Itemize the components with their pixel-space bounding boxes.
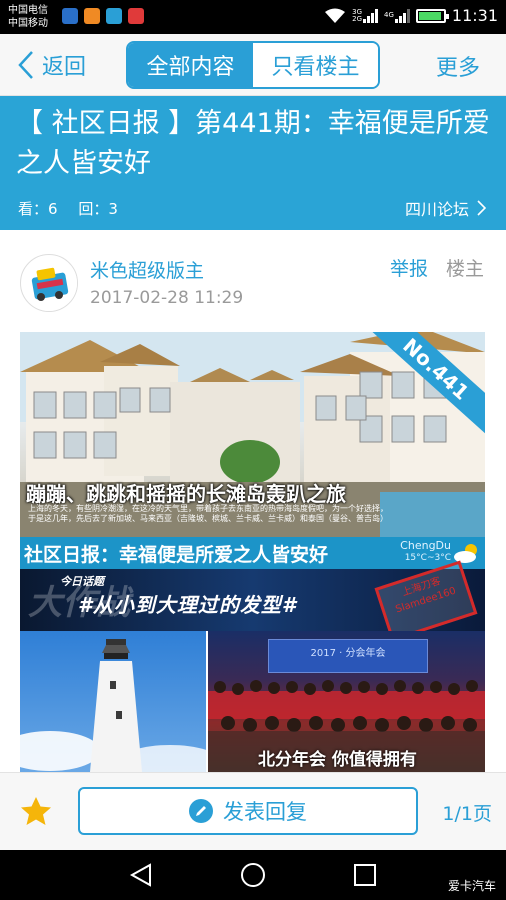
status-bar: 中国电信 中国移动 3G 2G 4G 11:31 — [0, 0, 506, 34]
back-button[interactable]: 返回 — [18, 49, 86, 81]
net-label-3: 4G — [384, 11, 394, 19]
daily-banner: 社区日报：幸福便是所爱之人皆安好 ChengDu 15°C~3°C — [20, 537, 485, 569]
bottom-action-bar: 发表回复 1/1页 — [0, 772, 506, 850]
app-notification-icon — [106, 8, 122, 24]
thread-page: 中国电信 中国移动 3G 2G 4G 11:31 返回 全部内容 只看楼主 更多… — [0, 0, 506, 900]
signal-1-icon: 3G 2G — [352, 8, 378, 23]
pencil-icon — [189, 799, 213, 823]
page-indicator[interactable]: 1/1页 — [442, 799, 492, 826]
lighthouse-illustration — [20, 639, 206, 772]
content-filter-toggle: 全部内容 只看楼主 — [126, 41, 380, 89]
battery-icon — [415, 8, 449, 23]
watermark: 爱卡汽车 — [447, 879, 496, 893]
reply-count: 回：3 — [78, 200, 118, 218]
party-caption: 北分年会 你值得拥有 — [258, 750, 417, 770]
post-author-row: 米色超级版主 2017-02-28 11:29 举报 楼主 — [0, 230, 506, 330]
carrier-info: 中国电信 中国移动 — [8, 4, 48, 30]
view-count: 看：6 — [18, 200, 58, 218]
avatar[interactable] — [20, 254, 78, 312]
app-notification-icon — [84, 8, 100, 24]
resort-photo: No.441 蹦蹦、跳跳和摇摇的长滩岛轰趴之旅 上海的冬天，有些阴冷潮湿，在这冷… — [20, 332, 485, 537]
floor-label: 楼主 — [446, 258, 485, 280]
author-name[interactable]: 米色超级版主 — [90, 256, 204, 283]
forum-name: 四川论坛 — [404, 200, 469, 219]
resort-small-text: 上海的冬天，有些阴冷潮湿，在这冷的天气里，带着孩子去东南亚的热带海岛度假吧，为一… — [28, 504, 388, 523]
status-right: 3G 2G 4G 11:31 — [324, 6, 498, 25]
home-circle-icon[interactable] — [240, 862, 266, 888]
forum-link[interactable]: 四川论坛 — [405, 196, 486, 220]
wifi-icon — [325, 8, 346, 23]
top-nav-bar: 返回 全部内容 只看楼主 更多 — [0, 34, 506, 96]
notification-icons — [62, 8, 144, 24]
favorite-star-icon[interactable] — [20, 795, 52, 827]
carrier-1: 中国电信 — [8, 5, 48, 16]
battery-level — [418, 11, 441, 20]
post-image[interactable]: No.441 蹦蹦、跳跳和摇摇的长滩岛轰趴之旅 上海的冬天，有些阴冷潮湿，在这冷… — [20, 332, 485, 772]
back-label: 返回 — [42, 55, 87, 80]
daily-city: ChengDu — [400, 539, 451, 552]
back-triangle-icon[interactable] — [128, 862, 154, 888]
daily-temp: 15°C~3°C — [404, 553, 451, 563]
reply-button[interactable]: 发表回复 — [78, 787, 418, 835]
resort-caption: 蹦蹦、跳跳和摇摇的长滩岛轰趴之旅 — [26, 482, 346, 506]
thread-header: 【 社区日报 】第441期：幸福便是所爱之人皆安好 看：6 回：3 四川论坛 — [0, 96, 506, 230]
topic-tag: 今日话题 — [60, 575, 104, 588]
carrier-2: 中国移动 — [8, 18, 48, 29]
chevron-left-icon — [18, 51, 33, 79]
topic-banner: 大作战 今日话题 #从小到大理过的发型# 上海刀客 Slamdee160 — [20, 560, 485, 642]
lighthouse-photo — [20, 631, 206, 772]
stamp: 上海刀客 Slamdee160 — [374, 560, 478, 642]
tab-all-content[interactable]: 全部内容 — [128, 43, 253, 87]
post-timestamp: 2017-02-28 11:29 — [90, 288, 244, 308]
daily-banner-text: 社区日报：幸福便是所爱之人皆安好 — [24, 544, 329, 566]
recents-square-icon[interactable] — [352, 862, 378, 888]
android-nav-bar: 爱卡汽车 — [0, 850, 506, 900]
huawei-icon — [128, 8, 144, 24]
chevron-right-icon — [477, 200, 486, 216]
avatar-car-logo — [22, 256, 77, 311]
app-notification-icon — [62, 8, 78, 24]
reply-label: 发表回复 — [223, 800, 307, 824]
tab-op-only[interactable]: 只看楼主 — [253, 43, 378, 87]
party-photo: 2017 · 分会年会 北分年会 你值得拥有 — [208, 631, 485, 772]
thread-stats: 看：6 回：3 — [18, 198, 134, 219]
thread-title: 【 社区日报 】第441期：幸福便是所爱之人皆安好 — [16, 108, 490, 179]
net-label-2: 2G — [352, 14, 362, 23]
clock: 11:31 — [451, 6, 498, 25]
more-button[interactable]: 更多 — [436, 50, 480, 82]
report-button[interactable]: 举报 — [390, 254, 428, 281]
topic-text: #从小到大理过的发型# — [78, 593, 297, 617]
signal-2-icon: 4G — [384, 8, 410, 23]
